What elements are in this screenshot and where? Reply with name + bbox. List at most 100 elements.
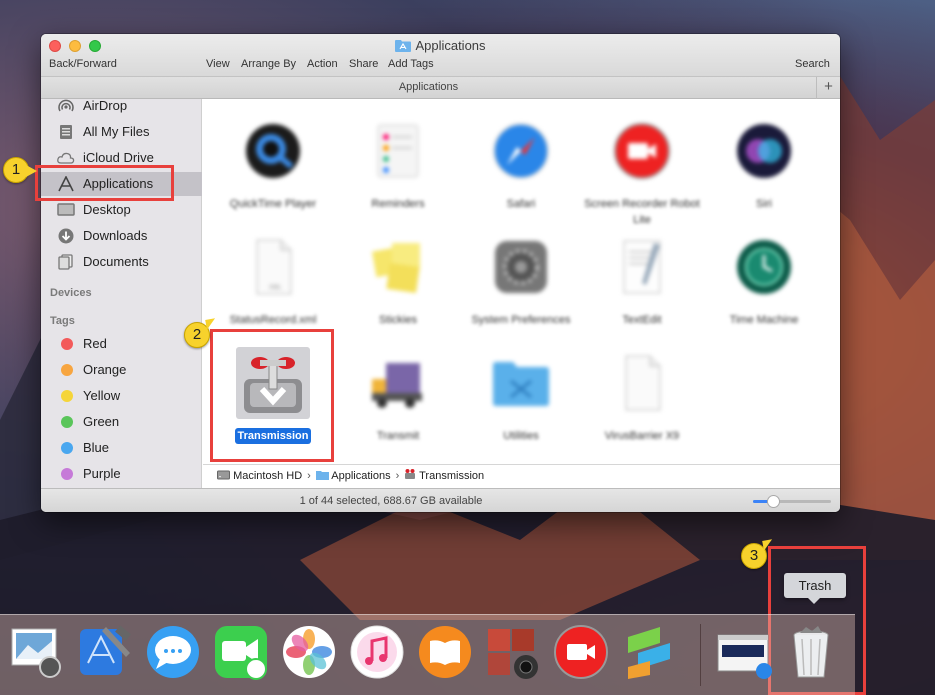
preview-icon[interactable] [8,623,66,681]
app-label: Time Machine [729,314,799,326]
sidebar-item-downloads[interactable]: Downloads [41,224,202,248]
sidebar-item-documents[interactable]: Documents [41,250,202,274]
sidebar-item-all-my-files[interactable]: All My Files [41,120,202,144]
itunes-icon[interactable] [348,623,406,681]
app-item-stickies[interactable]: Stickies [339,237,457,328]
orange-tag-dot-icon [61,364,73,376]
purple-tag-dot-icon [61,468,73,480]
view-button[interactable]: View [206,58,230,70]
sidebar-item-label: Documents [83,254,149,269]
screen-recorder-icon[interactable] [552,623,610,681]
dock-separator [700,624,701,686]
virusbarrier-icon [625,355,661,411]
tags-header: Tags [50,315,75,327]
reminders-icon [377,124,419,178]
sidebar-tag-orange[interactable]: Orange [41,358,202,382]
search-button[interactable]: Search [795,58,830,70]
photos-icon[interactable] [280,623,338,681]
siri-icon [737,124,791,178]
chevron-right-icon: › [395,470,400,482]
slider-knob[interactable] [766,495,780,508]
trash-icon[interactable] [782,623,840,681]
sidebar-tag-red[interactable]: Red [41,332,202,356]
action-button[interactable]: Action [307,58,338,70]
tag-label: Green [83,414,120,429]
trash-tooltip: Trash [784,573,846,604]
chevron-right-icon: › [307,470,311,482]
xml-file-icon: XML [256,239,292,295]
callout-1-badge: 1 [3,157,37,183]
sidebar-tag-yellow[interactable]: Yellow [41,384,202,408]
sidebar-item-label: AirDrop [83,98,128,113]
app-item-statusrecord-xml[interactable]: XML StatusRecord.xml [214,237,332,328]
app-item-utilities[interactable]: Utilities [462,353,580,444]
hard-disk-icon [217,470,230,480]
tag-label: Purple [83,466,121,481]
sidebar-item-airdrop[interactable]: AirDrop [41,94,202,118]
new-tab-button[interactable]: + [816,77,840,99]
photo-booth-icon[interactable] [484,623,542,681]
app-label: QuickTime Player [229,198,317,210]
tag-label: Orange [83,362,127,377]
window-title: Applications [41,38,840,53]
app-item-time-machine[interactable]: Time Machine [705,237,823,328]
sidebar-item-label: Downloads [83,228,148,243]
icon-size-slider[interactable] [753,495,831,508]
red-tag-dot-icon [61,338,73,350]
time-machine-icon [737,240,791,294]
title-bar: Applications Back/Forward View Arrange B… [41,34,840,77]
finder-window-icon[interactable] [716,623,774,681]
airdrop-icon [58,99,74,112]
app-item-siri[interactable]: Siri [705,121,823,212]
app-item-system-preferences[interactable]: System Preferences [462,237,580,328]
add-tags-button[interactable]: Add Tags [388,58,434,70]
path-folder[interactable]: Applications [331,470,390,482]
sidebar-tag-purple[interactable]: Purple [41,462,202,486]
path-bar: Macintosh HD › Applications › Transmission [203,464,840,486]
desktop-icon [57,203,75,216]
path-item[interactable]: Transmission [419,470,484,482]
all-files-icon [60,125,72,139]
app-item-textedit[interactable]: TextEdit [583,237,701,328]
sublime-text-icon[interactable] [620,623,678,681]
arrange-by-button[interactable]: Arrange By [241,58,296,70]
messages-icon[interactable] [144,623,202,681]
system-preferences-icon [495,241,547,293]
app-item-virusbarrier-x9[interactable]: VirusBarrier X9 [583,353,701,444]
status-bar: 1 of 44 selected, 688.67 GB available [41,488,840,512]
callout-2-badge: 2 [184,322,210,348]
path-disk[interactable]: Macintosh HD [233,470,302,482]
folder-icon [315,471,329,480]
app-item-reminders[interactable]: Reminders [339,121,457,212]
app-label: Screen Recorder Robot Lite [584,198,700,226]
sidebar-item-desktop[interactable]: Desktop [41,198,202,222]
tab-applications[interactable]: Applications [41,81,816,93]
sidebar-item-label: Desktop [83,202,131,217]
utilities-folder-icon [493,362,549,406]
app-label: Utilities [503,430,539,442]
finder-window: Applications Back/Forward View Arrange B… [41,34,840,512]
share-button[interactable]: Share [349,58,378,70]
svg-text:XML: XML [269,285,282,291]
xcode-icon[interactable] [76,623,134,681]
app-item-safari[interactable]: Safari [462,121,580,212]
app-label: Safari [506,198,536,210]
folder-icon [395,40,412,52]
app-label: System Preferences [471,314,571,326]
app-item-quicktime-player[interactable]: QuickTime Player [214,121,332,212]
sidebar-tag-green[interactable]: Green [41,410,202,434]
tag-label: Red [83,336,107,351]
screen-recorder-icon [614,123,670,179]
yellow-tag-dot-icon [61,390,73,402]
devices-header: Devices [50,287,92,299]
app-label: Stickies [379,314,417,326]
ibooks-icon[interactable] [416,623,474,681]
sidebar-tag-blue[interactable]: Blue [41,436,202,460]
tag-label: Blue [83,440,110,455]
status-text: 1 of 44 selected, 688.67 GB available [299,495,483,507]
app-item-transmit[interactable]: Transmit [339,353,457,444]
back-forward-button[interactable]: Back/Forward [49,58,117,70]
facetime-icon[interactable] [212,623,270,681]
safari-icon [493,123,549,179]
app-item-screen-recorder-robot-lite[interactable]: Screen Recorder Robot Lite [583,121,701,228]
